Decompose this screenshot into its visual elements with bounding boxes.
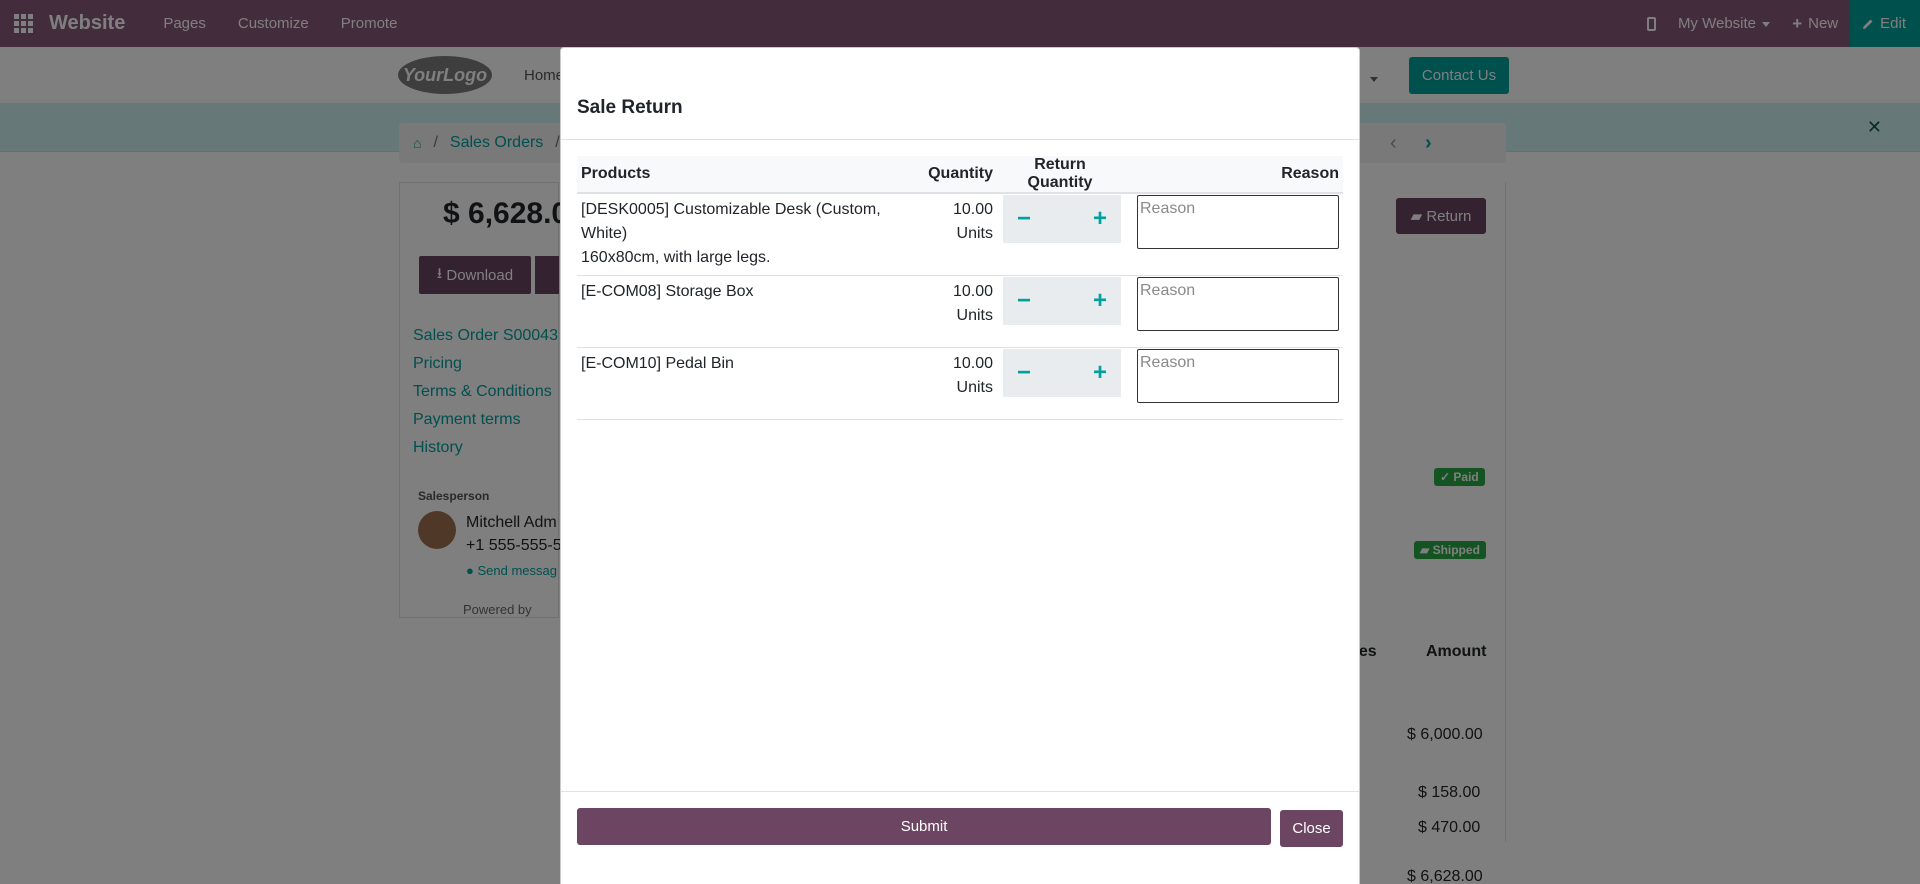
reason-input[interactable]	[1137, 348, 1339, 403]
return-quantity-stepper[interactable]: − +	[1003, 276, 1121, 325]
quantity-value: 10.00	[952, 201, 993, 218]
product-description: 160x80cm, with large legs.	[581, 249, 771, 266]
reason-input[interactable]	[1137, 195, 1339, 249]
return-quantity-cell: − +	[997, 347, 1123, 420]
quantity-unit: Units	[956, 378, 993, 396]
plus-icon[interactable]: +	[1093, 360, 1107, 385]
dialog-footer: Submit Close	[561, 792, 1359, 884]
quantity-cell: 10.00 Units	[922, 275, 997, 348]
quantity-unit: Units	[956, 306, 993, 324]
column-return-quantity: Return Quantity	[997, 156, 1123, 194]
table-row: [E-COM10] Pedal Bin 10.00 Units − +	[577, 347, 1343, 420]
dialog-title: Sale Return	[577, 97, 683, 118]
table-row: [E-COM08] Storage Box 10.00 Units − +	[577, 275, 1343, 348]
product-cell: [DESK0005] Customizable Desk (Custom, Wh…	[577, 193, 922, 276]
plus-icon[interactable]: +	[1093, 288, 1107, 313]
table-header-row: Products Quantity Return Quantity Reason	[577, 156, 1343, 194]
return-quantity-stepper[interactable]: − +	[1003, 348, 1121, 397]
reason-input[interactable]	[1137, 276, 1339, 331]
column-products: Products	[577, 156, 922, 194]
product-name: [DESK0005] Customizable Desk (Custom, Wh…	[581, 201, 881, 242]
reason-cell	[1123, 193, 1343, 276]
quantity-cell: 10.00 Units	[922, 347, 997, 420]
return-lines-table: Products Quantity Return Quantity Reason…	[577, 156, 1343, 420]
close-button[interactable]: Close	[1280, 810, 1343, 847]
product-name: [E-COM10] Pedal Bin	[581, 354, 734, 372]
product-cell: [E-COM08] Storage Box	[577, 275, 922, 348]
column-reason: Reason	[1123, 156, 1343, 194]
product-cell: [E-COM10] Pedal Bin	[577, 347, 922, 420]
plus-icon[interactable]: +	[1093, 207, 1107, 231]
minus-icon[interactable]: −	[1017, 288, 1031, 313]
sale-return-dialog: Sale Return Products Quantity Return Qua…	[560, 47, 1360, 884]
return-quantity-stepper[interactable]: − +	[1003, 195, 1121, 243]
return-quantity-cell: − +	[997, 275, 1123, 348]
product-name: [E-COM08] Storage Box	[581, 282, 754, 300]
dialog-body: Products Quantity Return Quantity Reason…	[561, 140, 1359, 792]
reason-cell	[1123, 347, 1343, 420]
return-quantity-cell: − +	[997, 193, 1123, 276]
quantity-value: 10.00	[952, 354, 993, 372]
minus-icon[interactable]: −	[1017, 360, 1031, 385]
table-row: [DESK0005] Customizable Desk (Custom, Wh…	[577, 193, 1343, 276]
column-quantity: Quantity	[922, 156, 997, 194]
dialog-header: Sale Return	[561, 48, 1359, 140]
quantity-value: 10.00	[952, 282, 993, 300]
quantity-cell: 10.00 Units	[922, 193, 997, 276]
submit-button[interactable]: Submit	[577, 808, 1272, 845]
quantity-unit: Units	[956, 225, 993, 242]
minus-icon[interactable]: −	[1017, 207, 1031, 231]
reason-cell	[1123, 275, 1343, 348]
